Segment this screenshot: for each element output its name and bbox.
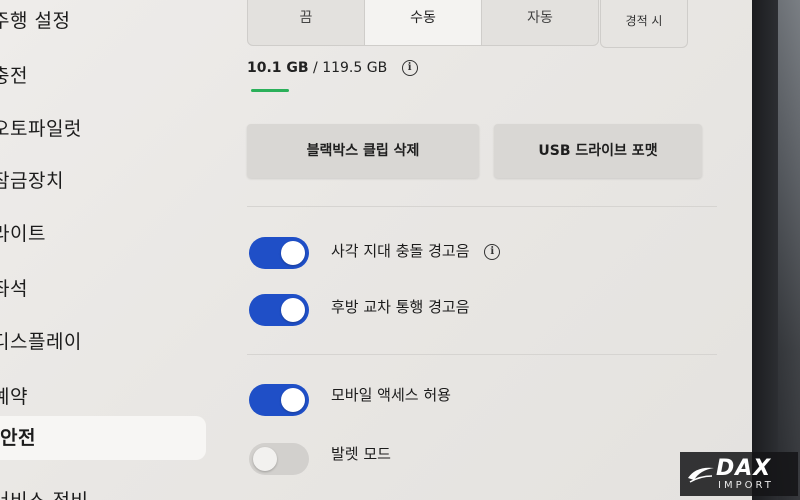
dashcam-mode-segmented-control: 끔 수동 자동 bbox=[247, 0, 599, 46]
storage-usage-bar bbox=[251, 89, 401, 92]
toggle-knob bbox=[281, 241, 305, 265]
logo-sub-text: IMPORT bbox=[718, 480, 774, 491]
sidebar-item-schedule[interactable]: 예약 bbox=[0, 382, 28, 409]
sidebar-item-charging[interactable]: 충전 bbox=[0, 61, 28, 88]
format-usb-button[interactable]: USB 드라이브 포맷 bbox=[494, 124, 702, 178]
mode-option-auto[interactable]: 자동 bbox=[482, 0, 598, 45]
toggle-knob bbox=[253, 447, 277, 471]
storage-separator: / bbox=[308, 60, 323, 76]
mode-option-manual[interactable]: 수동 bbox=[365, 0, 482, 45]
toggle-knob bbox=[281, 298, 305, 322]
sidebar-item-lights[interactable]: 라이트 bbox=[0, 219, 46, 246]
mode-option-off[interactable]: 끔 bbox=[248, 0, 365, 45]
logo-main-text: DAX bbox=[716, 456, 772, 481]
delete-dashcam-clips-button[interactable]: 블랙박스 클립 삭제 bbox=[247, 124, 479, 178]
sidebar-item-safety[interactable]: 안전 bbox=[0, 416, 206, 460]
blind-spot-info-icon[interactable]: i bbox=[484, 243, 501, 260]
window-reflection bbox=[778, 0, 800, 500]
section-divider bbox=[247, 354, 717, 355]
sidebar-item-service[interactable]: 서비스 정비 bbox=[0, 486, 88, 500]
blind-spot-chime-toggle[interactable] bbox=[249, 237, 309, 269]
car-swoosh-icon bbox=[688, 467, 714, 483]
mobile-access-label: 모바일 액세스 허용 bbox=[331, 386, 451, 404]
sidebar-item-autopilot[interactable]: 오토파일럿 bbox=[0, 114, 82, 141]
mode-option-on-honk[interactable]: 경적 시 bbox=[600, 0, 688, 48]
storage-info-icon[interactable]: i bbox=[401, 60, 418, 76]
storage-usage-fill bbox=[251, 89, 289, 92]
rear-cross-traffic-chime-label: 후방 교차 통행 경고음 bbox=[331, 298, 470, 316]
toggle-knob bbox=[281, 388, 305, 412]
section-divider bbox=[247, 206, 717, 207]
blind-spot-chime-text: 사각 지대 충돌 경고음 bbox=[331, 242, 470, 260]
rear-cross-traffic-chime-toggle[interactable] bbox=[249, 294, 309, 326]
storage-total: 119.5 GB bbox=[322, 60, 388, 76]
valet-mode-toggle[interactable] bbox=[249, 443, 309, 475]
mobile-access-toggle[interactable] bbox=[249, 384, 309, 416]
sidebar-item-seats[interactable]: 좌석 bbox=[0, 274, 28, 301]
settings-sidebar: 주행 설정 충전 오토파일럿 잠금장치 라이트 좌석 디스플레이 예약 안전 서… bbox=[0, 0, 210, 500]
settings-screen: 주행 설정 충전 오토파일럿 잠금장치 라이트 좌석 디스플레이 예약 안전 서… bbox=[0, 0, 752, 500]
sidebar-item-driving[interactable]: 주행 설정 bbox=[0, 6, 70, 33]
valet-mode-label: 발렛 모드 bbox=[331, 445, 391, 463]
sidebar-item-locks[interactable]: 잠금장치 bbox=[0, 166, 64, 193]
storage-used: 10.1 GB bbox=[247, 60, 309, 76]
sidebar-item-display[interactable]: 디스플레이 bbox=[0, 327, 82, 354]
storage-usage-text: 10.1 GB / 119.5 GB i bbox=[247, 60, 418, 76]
dax-import-logo: DAX IMPORT bbox=[680, 452, 798, 496]
blind-spot-chime-label: 사각 지대 충돌 경고음 i bbox=[331, 240, 501, 261]
